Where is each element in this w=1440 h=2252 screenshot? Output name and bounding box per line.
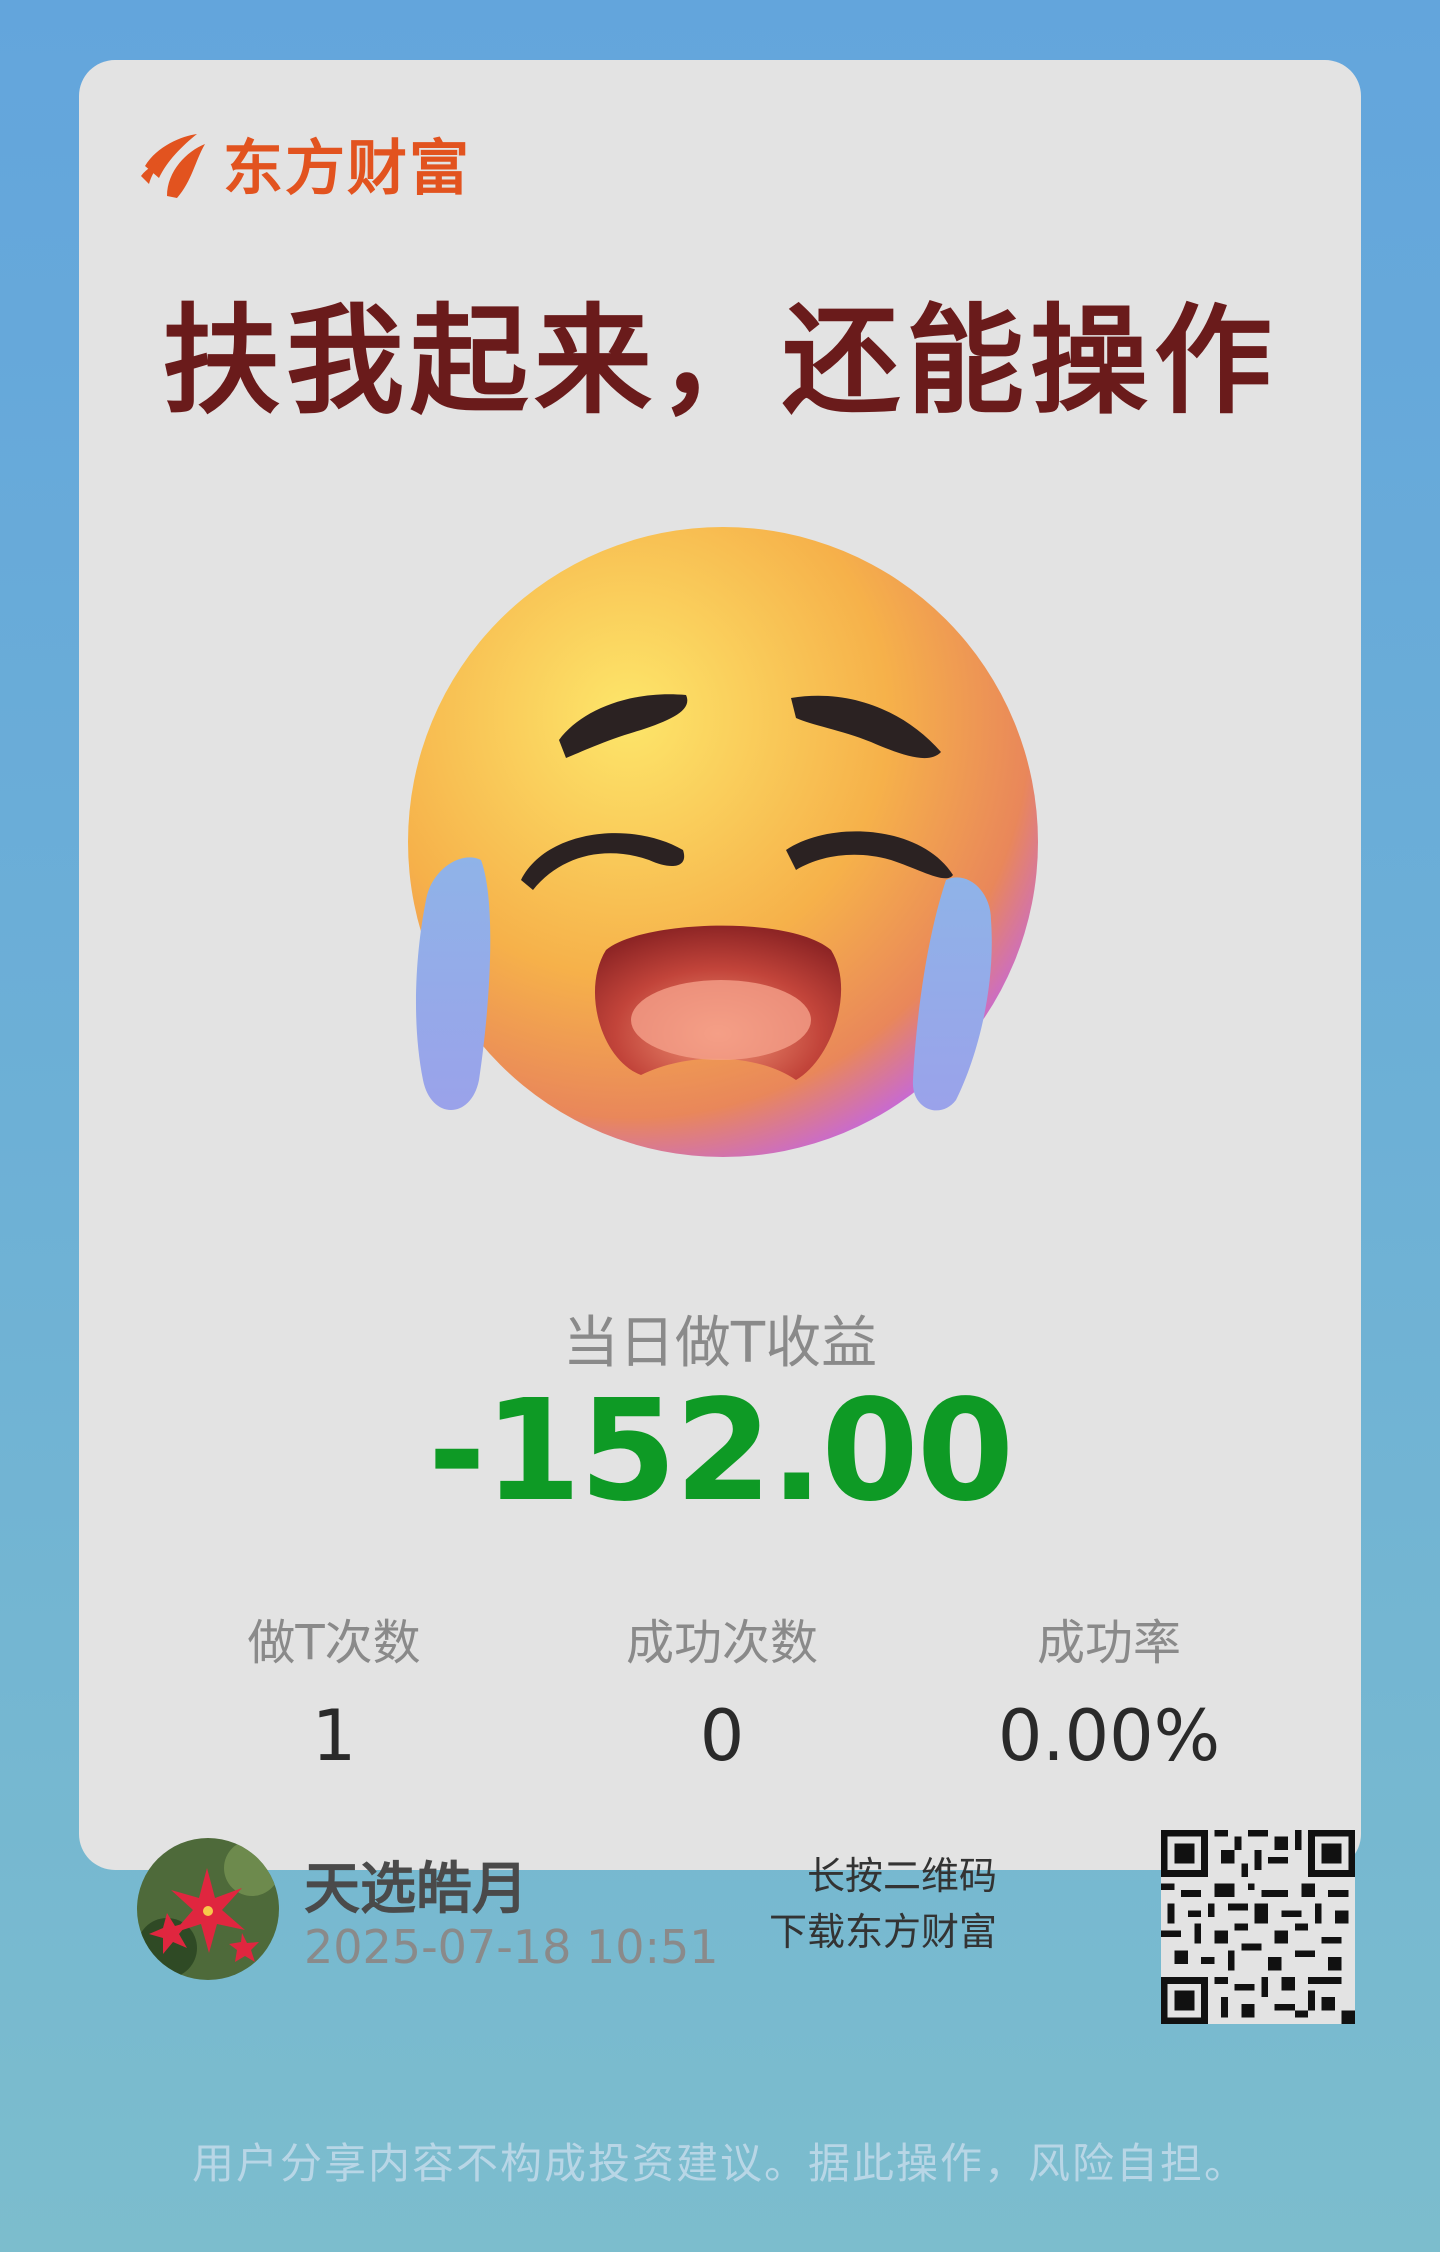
stat-success-rate: 成功率 0.00% (959, 1603, 1259, 1777)
qr-caption-line2: 下载东方财富 (768, 1910, 997, 1954)
qr-code-icon[interactable] (1161, 1830, 1355, 2024)
share-datetime: 2025-07-18 10:51 (304, 1920, 719, 1974)
stats-row: 做T次数 1 成功次数 0 成功率 0.00% (79, 1603, 1361, 1783)
profit-label: 当日做T收益 (562, 1311, 878, 1376)
loudly-crying-face-icon (408, 527, 1038, 1157)
qr-caption: 长按二维码 下载东方财富 (769, 1848, 997, 1960)
profit-value: -152.00 (427, 1370, 1014, 1533)
headline: 扶我起来，还能操作 (161, 292, 1278, 430)
username: 天选皓月 (304, 1857, 528, 1922)
red-flower-avatar-icon (137, 1838, 279, 1980)
qr-caption-line1: 长按二维码 (806, 1854, 997, 1898)
brand-logo: 东方财富 (137, 120, 471, 207)
share-card: 东方财富 扶我起来，还能操作 当日做T收益 -152.00 做T次数 1 成功次… (79, 60, 1361, 2024)
disclaimer: 用户分享内容不构成投资建议。据此操作，风险自担。 (191, 2139, 1248, 2188)
card-footer: 天选皓月 2025-07-18 10:51 长按二维码 下载东方财富 (137, 1830, 1355, 2038)
brand-logo-icon (141, 133, 205, 198)
stat-value: 0.00% (997, 1695, 1221, 1777)
stat-value: 0 (699, 1695, 745, 1777)
brand-name: 东方财富 (223, 134, 471, 204)
stat-label: 成功率 (1036, 1615, 1181, 1671)
avatar[interactable] (137, 1838, 279, 1980)
stat-value: 1 (311, 1695, 357, 1777)
stat-label: 成功次数 (625, 1615, 818, 1671)
stat-trade-count: 做T次数 1 (184, 1603, 484, 1777)
stat-success-count: 成功次数 0 (572, 1603, 872, 1777)
stat-label: 做T次数 (247, 1615, 421, 1671)
